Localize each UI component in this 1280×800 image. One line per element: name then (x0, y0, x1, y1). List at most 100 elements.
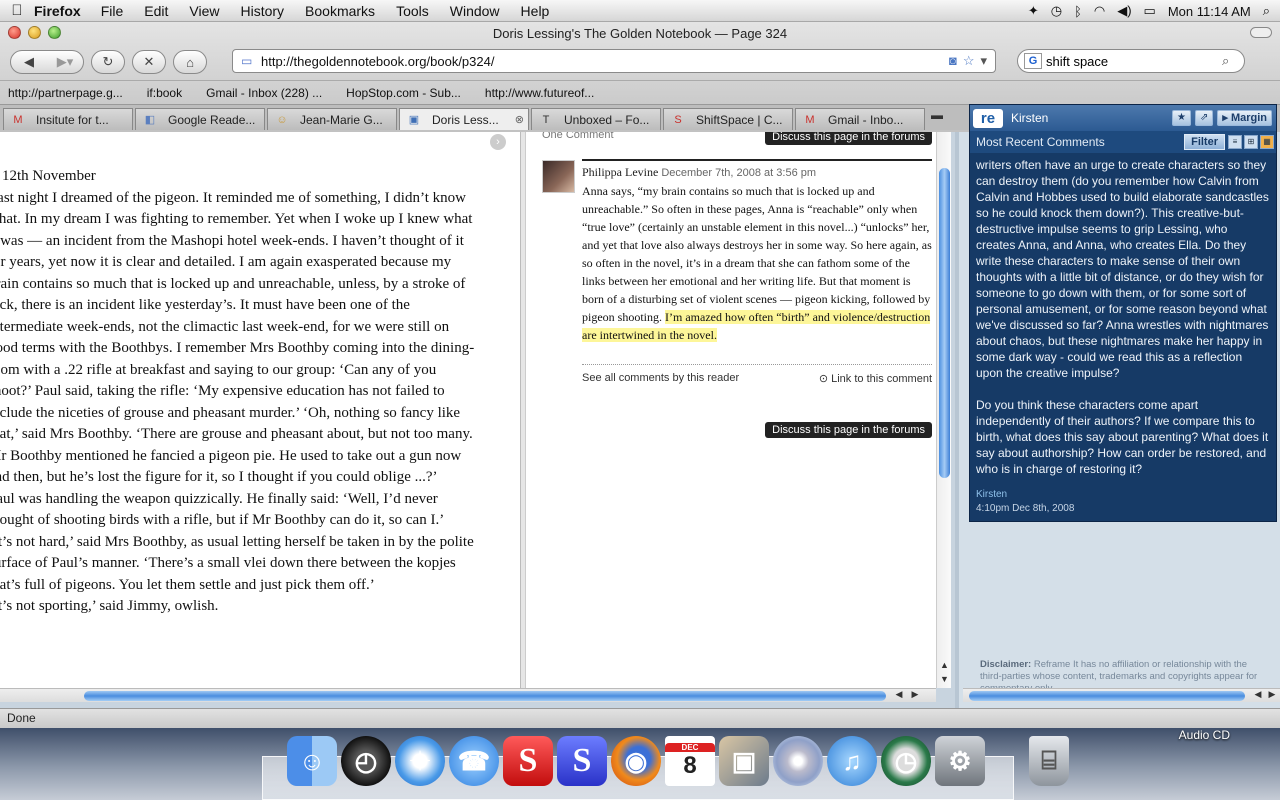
firefox-icon[interactable]: ◉ (611, 736, 661, 786)
home-button[interactable]: ⌂ (173, 50, 207, 74)
content-area: › 12th November Last night I dreamed of … (0, 104, 1280, 708)
reload-button[interactable]: ↻ (91, 50, 125, 74)
list-view-icon[interactable]: ≡ (1228, 135, 1242, 149)
tab-favicon-icon: M (805, 113, 815, 126)
safari-icon[interactable]: ✧ (395, 736, 445, 786)
discuss-forums-button[interactable]: Discuss this page in the forums (765, 132, 932, 145)
scroll-right-icon[interactable]: ▶ (1265, 689, 1279, 700)
tab-list-icon[interactable]: ▬ (927, 108, 947, 130)
iphoto-icon[interactable]: ▣ (719, 736, 769, 786)
close-window-button[interactable] (8, 26, 21, 39)
bookmark-item[interactable]: Gmail - Inbox (228) ... (206, 86, 322, 100)
menu-view[interactable]: View (189, 3, 219, 19)
bookmark-item[interactable]: HopStop.com - Sub... (346, 86, 461, 100)
stop-button[interactable]: ✕ (132, 50, 166, 74)
menu-edit[interactable]: Edit (144, 3, 168, 19)
discuss-forums-button[interactable]: Discuss this page in the forums (765, 422, 932, 438)
window-controls (8, 26, 61, 39)
bookmark-star-icon[interactable]: ☆ (963, 53, 975, 69)
scrollbar-thumb[interactable] (969, 691, 1245, 701)
ichat-icon[interactable]: ☎ (449, 736, 499, 786)
avatar[interactable] (542, 160, 575, 193)
shiftspace-blue-icon[interactable]: S (557, 736, 607, 786)
trash-icon[interactable]: ⌸ (1029, 736, 1069, 786)
horizontal-scrollbar[interactable]: ◀ ▶ (0, 688, 936, 702)
scroll-down-icon[interactable]: ▼ (937, 674, 952, 688)
tab-3[interactable]: ▣ Doris Less... ⊗ (399, 108, 529, 130)
tab-close-icon[interactable]: ⊗ (515, 113, 524, 126)
url-text[interactable]: http://thegoldennotebook.org/book/p324/ (261, 54, 949, 69)
spotlight-icon[interactable]: ⌕ (1263, 3, 1270, 19)
bookmark-icon[interactable]: ★ (1172, 110, 1191, 126)
panel-username[interactable]: Kirsten (1011, 111, 1172, 125)
sidebar-scrollbar[interactable]: ◀ ▶ (963, 688, 1280, 702)
search-input[interactable] (1046, 53, 1222, 69)
status-app-icon[interactable]: ✦ (1028, 3, 1039, 19)
dashboard-icon[interactable]: ◴ (341, 736, 391, 786)
shiftspace-red-icon[interactable]: S (503, 736, 553, 786)
menu-clock[interactable]: Mon 11:14 AM (1168, 4, 1251, 19)
popout-icon[interactable]: ⇗ (1194, 110, 1214, 126)
scroll-left-icon[interactable]: ◀ (892, 689, 906, 700)
tab-4[interactable]: T Unboxed – Fo... (531, 108, 661, 130)
next-page-icon[interactable]: › (490, 134, 506, 150)
scroll-right-icon[interactable]: ▶ (908, 689, 922, 700)
search-icon[interactable]: ⌕ (1222, 53, 1244, 69)
tab-1[interactable]: ◧ Google Reade... (135, 108, 265, 130)
forward-button[interactable]: ▶▾ (47, 54, 83, 70)
panel-section-title: Most Recent Comments (976, 135, 1105, 149)
wifi-icon[interactable]: ◠ (1094, 3, 1105, 19)
scrollbar-thumb[interactable] (84, 691, 886, 701)
toolbar-toggle-button[interactable] (1250, 27, 1272, 38)
time-machine-icon[interactable]: ◷ (1051, 3, 1062, 19)
zoom-window-button[interactable] (48, 26, 61, 39)
audio-cd-icon[interactable] (773, 736, 823, 786)
margin-button[interactable]: ▸ Margin (1217, 110, 1272, 126)
menu-bookmarks[interactable]: Bookmarks (305, 3, 375, 19)
tab-0[interactable]: M Insitute for t... (3, 108, 133, 130)
menu-history[interactable]: History (240, 3, 284, 19)
finder-icon[interactable]: ☺ (287, 736, 337, 786)
apple-menu-icon[interactable]:  (0, 2, 34, 19)
itunes-icon[interactable]: ♫ (827, 736, 877, 786)
comment-author[interactable]: Philippa Levine (582, 165, 658, 179)
tab-6[interactable]: M Gmail - Inbo... (795, 108, 925, 130)
scroll-up-icon[interactable]: ▲ (937, 660, 952, 674)
battery-icon[interactable]: ▭ (1144, 3, 1156, 19)
comment-divider (582, 159, 932, 161)
see-all-comments-link[interactable]: See all comments by this reader (582, 372, 739, 385)
tab-2[interactable]: ☺ Jean-Marie G... (267, 108, 397, 130)
bluetooth-icon[interactable]: ᛒ (1074, 4, 1082, 19)
bookmark-item[interactable]: if:book (147, 86, 182, 100)
panel-comment-author[interactable]: Kirsten (970, 489, 1276, 500)
search-engine-icon[interactable]: G (1024, 53, 1042, 69)
comments-pane: One Comment Discuss this page in the for… (526, 132, 936, 688)
menu-file[interactable]: File (101, 3, 124, 19)
page-view-icon[interactable]: ▦ (1260, 135, 1274, 149)
bookmark-item[interactable]: http://partnerpage.g... (8, 86, 123, 100)
scroll-left-icon[interactable]: ◀ (1251, 689, 1265, 700)
audio-cd-label[interactable]: Audio CD (1179, 728, 1230, 742)
tab-5[interactable]: S ShiftSpace | C... (663, 108, 793, 130)
grid-view-icon[interactable]: ⊞ (1244, 135, 1258, 149)
menu-tools[interactable]: Tools (396, 3, 429, 19)
url-dropdown-icon[interactable]: ▾ (980, 53, 987, 69)
url-bar[interactable]: ▭ http://thegoldennotebook.org/book/p324… (232, 49, 996, 73)
ical-icon[interactable]: DEC 8 (665, 736, 715, 786)
bookmark-item[interactable]: http://www.futureof... (485, 86, 594, 100)
scrollbar-thumb[interactable] (939, 168, 950, 478)
menu-help[interactable]: Help (521, 3, 550, 19)
panel-header: re Kirsten ★ ⇗ ▸ Margin (970, 105, 1276, 131)
back-button[interactable]: ◀ (11, 54, 47, 70)
comment-permalink[interactable]: ⊙ Link to this comment (819, 372, 932, 385)
reframe-logo[interactable]: re (973, 108, 1003, 128)
volume-icon[interactable]: ◀) (1117, 3, 1131, 19)
menu-window[interactable]: Window (450, 3, 500, 19)
filter-button[interactable]: Filter (1184, 134, 1225, 150)
rss-icon[interactable]: ◙ (949, 53, 957, 69)
comments-scrollbar[interactable]: ▲ ▼ (936, 132, 951, 688)
system-preferences-icon[interactable]: ⚙ (935, 736, 985, 786)
menu-app-name[interactable]: Firefox (34, 3, 81, 19)
minimize-window-button[interactable] (28, 26, 41, 39)
time-machine-dock-icon[interactable]: ◷ (881, 736, 931, 786)
